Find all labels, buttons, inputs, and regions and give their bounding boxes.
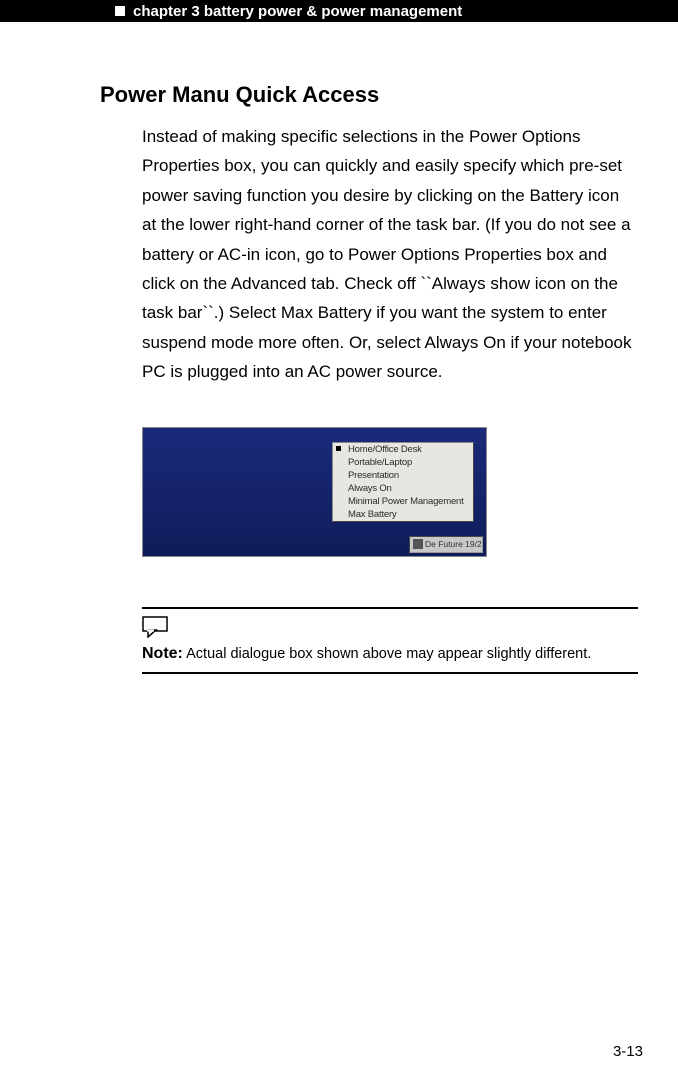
menu-item-portable[interactable]: Portable/Laptop [333,456,473,469]
power-menu-popup: Home/Office Desk Portable/Laptop Present… [332,442,474,522]
note-label: Note: [142,645,183,662]
speech-bubble-icon [142,616,170,638]
dialog-screenshot: Home/Office Desk Portable/Laptop Present… [142,427,487,557]
header-square-icon [115,6,125,16]
section-title: Power Manu Quick Access [100,82,638,108]
note-text: Actual dialogue box shown above may appe… [183,646,591,662]
menu-item-presentation[interactable]: Presentation [333,469,473,482]
system-tray: De Future 19/21 [409,536,483,553]
note-text-line: Note: Actual dialogue box shown above ma… [142,645,638,663]
menu-item-home-office[interactable]: Home/Office Desk [333,443,473,456]
note-block: Note: Actual dialogue box shown above ma… [142,607,638,674]
tray-text: De Future 19/21 [425,539,483,549]
menu-item-always-on[interactable]: Always On [333,482,473,495]
section-body: Instead of making specific selections in… [142,122,638,387]
page-content: Power Manu Quick Access Instead of makin… [0,22,678,674]
tray-icon [413,539,423,549]
chapter-title: chapter 3 battery power & power manageme… [133,3,462,20]
menu-item-max-battery[interactable]: Max Battery [333,508,473,521]
page-number: 3-13 [613,1043,643,1060]
chapter-header: chapter 3 battery power & power manageme… [0,0,678,22]
menu-item-minimal[interactable]: Minimal Power Management [333,495,473,508]
